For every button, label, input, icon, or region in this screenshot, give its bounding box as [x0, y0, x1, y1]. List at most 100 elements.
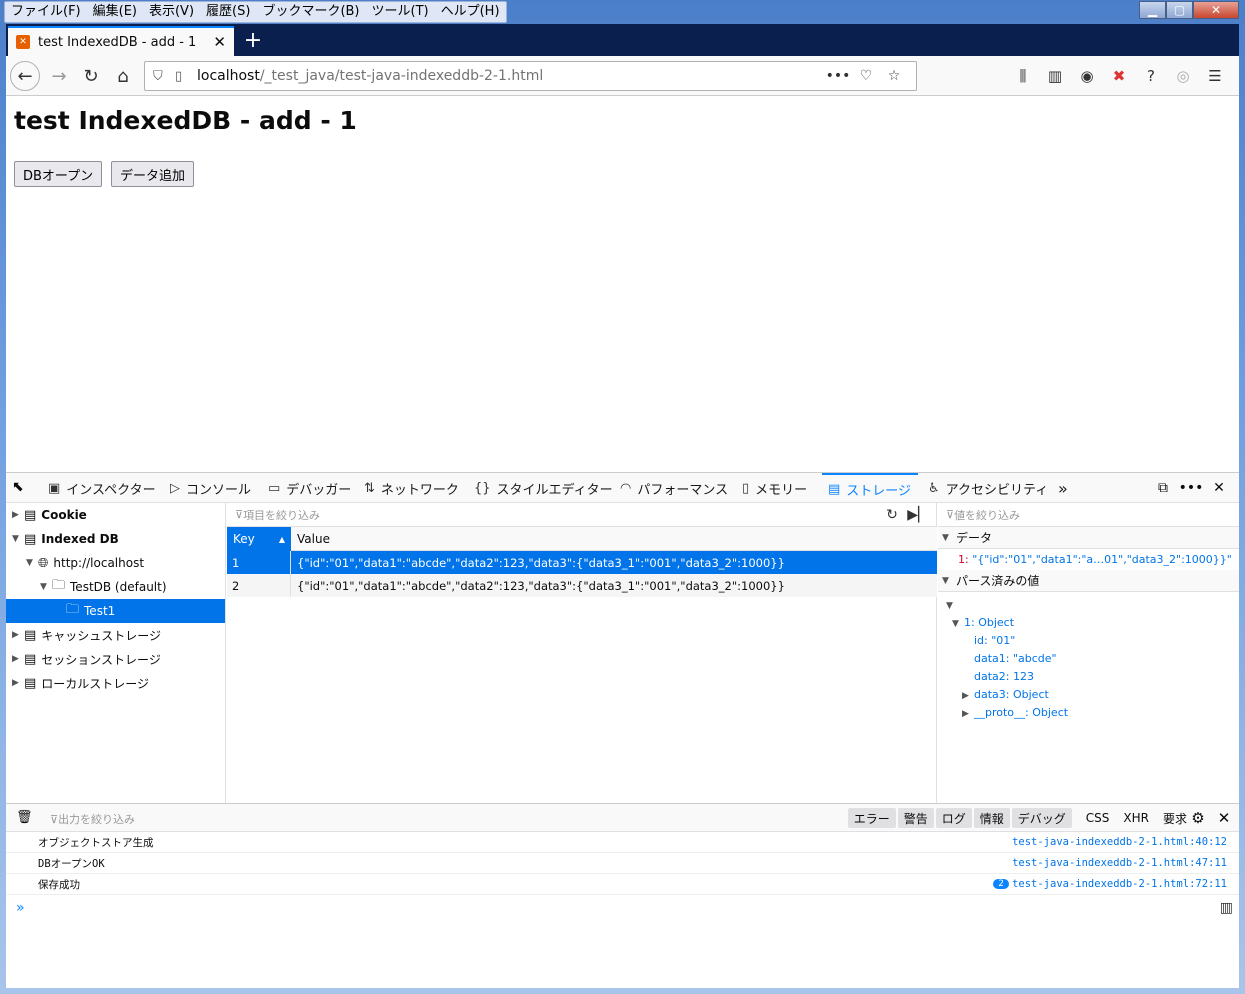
- parsed-section-header[interactable]: ▼ パース済みの値: [938, 570, 1239, 592]
- expand-icon[interactable]: ▶: [12, 654, 24, 664]
- tree-label: Cookie: [41, 508, 87, 522]
- console-prompt-icon[interactable]: »: [16, 900, 25, 916]
- value-filter-input[interactable]: ⊽ 値を絞り込み: [938, 503, 1239, 527]
- expand-icon[interactable]: ▶: [12, 630, 24, 640]
- message-location-link[interactable]: test-java-indexeddb-2-1.html:40:12: [1012, 836, 1227, 848]
- maximize-button[interactable]: ▢: [1166, 1, 1193, 19]
- page-info-icon[interactable]: ▯: [175, 69, 197, 84]
- parsed-object-node[interactable]: ▼ 1: Object: [952, 616, 1014, 629]
- devtools-menu-icon[interactable]: •••: [1177, 477, 1205, 499]
- tree-item-origin[interactable]: ▼ 🌐︎ http://localhost: [26, 551, 144, 575]
- tab-label: ネットワーク: [380, 482, 459, 498]
- trash-icon[interactable]: 🗑︎: [16, 810, 33, 825]
- minimize-button[interactable]: ▁: [1139, 1, 1166, 19]
- url-bar[interactable]: ⛉ ▯ localhost/_test_java/test-java-index…: [144, 61, 917, 91]
- browser-tab[interactable]: ✕ test IndexedDB - add - 1 ✕: [8, 26, 234, 56]
- tree-item-indexeddb[interactable]: ▼ ▤ Indexed DB: [12, 527, 119, 551]
- reload-button[interactable]: ↻: [76, 61, 106, 91]
- url-text[interactable]: localhost/_test_java/test-java-indexeddb…: [197, 68, 824, 84]
- hamburger-menu-icon[interactable]: ☰: [1199, 61, 1231, 91]
- tab-console[interactable]: ▷ コンソール: [170, 473, 251, 503]
- filter-xhr-button[interactable]: XHR: [1117, 808, 1155, 828]
- collapse-icon[interactable]: ▼: [12, 534, 24, 544]
- tab-debugger[interactable]: ▭ デバッガー: [268, 473, 351, 503]
- menu-help[interactable]: ヘルプ(H): [435, 2, 506, 22]
- column-header-value[interactable]: Value: [291, 527, 330, 551]
- tab-network[interactable]: ⇅ ネットワーク: [364, 473, 459, 503]
- db-open-button[interactable]: DBオープン: [14, 161, 103, 187]
- editor-mode-icon[interactable]: ▥: [1220, 900, 1233, 916]
- tab-performance[interactable]: ◠ パフォーマンス: [620, 473, 728, 503]
- parsed-prop-data1: data1: "abcde": [974, 652, 1057, 665]
- filter-css-button[interactable]: CSS: [1080, 808, 1116, 828]
- tree-item-cookie[interactable]: ▶ ▤ Cookie: [12, 503, 87, 527]
- menu-view[interactable]: 表示(V): [143, 2, 200, 22]
- devtools-toolbar: ⬉ ▣ インスペクター ▷ コンソール ▭ デバッガー ⇅ ネットワーク {} スタイルエ…: [6, 473, 1239, 503]
- filter-debug-button[interactable]: デバッグ: [1011, 808, 1072, 828]
- page-actions-icon[interactable]: •••: [824, 68, 852, 84]
- data-section-header[interactable]: ▼ データ: [938, 527, 1239, 549]
- tab-accessibility[interactable]: ♿ アクセシビリティ: [928, 473, 1048, 503]
- column-label: Value: [297, 532, 330, 546]
- filter-logs-button[interactable]: ログ: [935, 808, 972, 828]
- help-icon[interactable]: ?: [1135, 61, 1167, 91]
- library-icon[interactable]: ⫼: [1007, 61, 1039, 91]
- column-header-key[interactable]: Key ▲: [227, 527, 291, 551]
- parsed-prop-data3[interactable]: ▶ data3: Object: [962, 688, 1049, 701]
- shield-icon[interactable]: ⛉: [153, 69, 175, 84]
- table-row[interactable]: 1 {"id":"01","data1":"abcde","data2":123,…: [227, 551, 937, 574]
- bookmark-star-icon[interactable]: ☆: [880, 68, 908, 84]
- extension-icon[interactable]: ✖: [1103, 61, 1135, 91]
- back-button[interactable]: ←: [10, 61, 40, 91]
- sidebar-icon[interactable]: ▥: [1039, 61, 1071, 91]
- tree-item-local[interactable]: ▶ ▤ ローカルストレージ: [12, 671, 149, 695]
- new-tab-button[interactable]: +: [240, 26, 266, 54]
- tab-inspector[interactable]: ▣ インスペクター: [48, 473, 156, 503]
- tab-label: パフォーマンス: [637, 482, 729, 498]
- menu-history[interactable]: 履歴(S): [200, 2, 256, 22]
- add-data-button[interactable]: データ追加: [111, 161, 195, 187]
- sync-icon[interactable]: ◎: [1167, 61, 1199, 91]
- element-picker-icon[interactable]: ⬉: [12, 479, 32, 495]
- dock-icon[interactable]: ⧉: [1149, 477, 1177, 499]
- tree-item-db[interactable]: ▼ 🗀 TestDB (default): [40, 575, 167, 599]
- message-location-link[interactable]: test-java-indexeddb-2-1.html:72:11: [1012, 878, 1227, 890]
- menu-bookmarks[interactable]: ブックマーク(B): [256, 2, 365, 22]
- parsed-root-toggle[interactable]: ▼: [946, 598, 958, 611]
- parsed-prop-proto[interactable]: ▶ __proto__: Object: [962, 706, 1068, 719]
- menu-file[interactable]: ファイル(F): [5, 2, 87, 22]
- message-location-link[interactable]: test-java-indexeddb-2-1.html:47:11: [1012, 857, 1227, 869]
- collapse-icon: ▼: [952, 619, 959, 629]
- menu-edit[interactable]: 編集(E): [87, 2, 143, 22]
- collapse-icon[interactable]: ▼: [40, 582, 52, 592]
- console-filter-input[interactable]: ⊽ 出力を絞り込み: [50, 811, 135, 827]
- close-console-icon[interactable]: ✕: [1213, 808, 1235, 828]
- pocket-icon[interactable]: ♡: [852, 68, 880, 84]
- filter-warnings-button[interactable]: 警告: [897, 808, 934, 828]
- close-window-button[interactable]: ✕: [1193, 1, 1239, 19]
- table-row[interactable]: 2 {"id":"01","data1":"abcde","data2":123,…: [227, 574, 937, 597]
- collapse-icon[interactable]: ▼: [26, 558, 38, 568]
- table-filter-input[interactable]: ⊽ 項目を絞り込み ↻ ▶▏: [227, 503, 937, 527]
- tab-style-editor[interactable]: {} スタイルエディター: [474, 473, 613, 503]
- tree-item-cache[interactable]: ▶ ▤ キャッシュストレージ: [12, 623, 161, 647]
- tree-item-store[interactable]: 🗀 Test1: [66, 599, 115, 623]
- close-tab-icon[interactable]: ✕: [213, 33, 226, 51]
- tab-memory[interactable]: ▯ メモリー: [742, 473, 807, 503]
- filter-errors-button[interactable]: エラー: [847, 808, 896, 828]
- close-devtools-icon[interactable]: ✕: [1205, 477, 1233, 499]
- tree-item-session[interactable]: ▶ ▤ セッションストレージ: [12, 647, 161, 671]
- more-tabs-icon[interactable]: »: [1058, 473, 1068, 503]
- tab-storage[interactable]: ▤ ストレージ: [822, 473, 918, 503]
- expand-icon[interactable]: ▶: [12, 510, 24, 520]
- menu-tools[interactable]: ツール(T): [366, 2, 435, 22]
- home-button[interactable]: ⌂: [108, 61, 138, 91]
- refresh-icon[interactable]: ↻: [879, 505, 905, 525]
- expand-icon[interactable]: ▶: [12, 678, 24, 688]
- gear-icon[interactable]: ⚙: [1187, 808, 1209, 828]
- account-icon[interactable]: ◉: [1071, 61, 1103, 91]
- toggle-sidebar-icon[interactable]: ▶▏: [905, 505, 931, 525]
- forward-button[interactable]: →: [44, 61, 74, 91]
- tree-label: セッションストレージ: [41, 652, 161, 667]
- filter-info-button[interactable]: 情報: [973, 808, 1010, 828]
